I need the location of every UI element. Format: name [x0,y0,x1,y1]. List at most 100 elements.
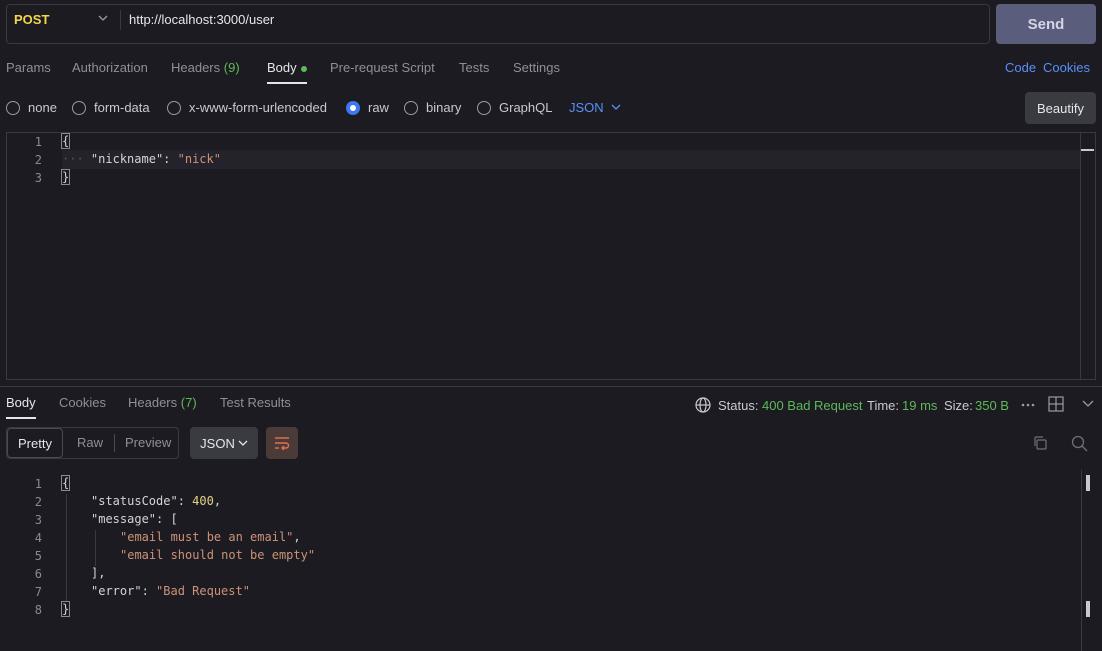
size-label: Size: [944,398,973,413]
view-divider [114,434,115,452]
body-modified-dot [300,65,307,72]
response-format-label: JSON [200,435,235,451]
response-tab-headers-label: Headers [128,395,178,410]
line-number: 2 [34,495,42,509]
line-number: 2 [34,153,42,167]
view-pretty-button[interactable]: Pretty [7,428,63,458]
code-line: "email should not be empty" [120,548,315,562]
radio-graphql[interactable] [477,101,491,115]
tab-headers-label: Headers [171,60,221,75]
response-scroll-marker[interactable] [1086,475,1090,491]
request-body-editor[interactable] [6,132,1096,380]
time-label: Time: [867,398,900,413]
view-preview-button[interactable]: Preview [125,435,171,450]
beautify-button[interactable]: Beautify [1025,92,1096,124]
chevron-down-icon[interactable] [1082,398,1094,408]
size-value[interactable]: 350 B [975,398,1009,413]
line-number: 7 [34,585,42,599]
copy-icon[interactable] [1032,435,1048,451]
array-close: ], [91,566,106,580]
response-tab-test-results[interactable]: Test Results [220,395,291,410]
json-string: "Bad Request" [156,584,250,598]
line-number: 3 [34,513,42,527]
radio-raw-label: raw [368,100,389,115]
code-link[interactable]: Code [1005,60,1036,75]
tab-params[interactable]: Params [6,60,51,75]
radio-urlencoded[interactable] [167,101,181,115]
wrap-lines-button[interactable] [266,427,298,459]
body-format-select[interactable]: JSON [569,100,604,115]
open-brace: { [60,133,71,149]
status-value[interactable]: 400 Bad Request [762,398,862,413]
status-label: Status: [718,398,759,413]
chevron-down-icon[interactable] [98,13,108,23]
radio-raw[interactable] [346,101,360,115]
tab-body[interactable]: Body [267,60,307,75]
response-tab-cookies[interactable]: Cookies [59,395,106,410]
more-icon[interactable] [1021,401,1035,409]
tab-body-label: Body [267,60,297,75]
wrap-lines-icon [275,437,290,450]
radio-none-label: none [28,100,57,115]
radio-binary[interactable] [404,101,418,115]
json-key: "error" [91,584,142,598]
tab-active-indicator [267,82,307,84]
editor-scrollbar[interactable] [1080,133,1081,379]
response-headers-count: (7) [180,395,197,410]
layout-toggle-icon[interactable] [1048,396,1064,412]
response-tab-headers[interactable]: Headers (7) [128,395,197,410]
json-string: "email must be an email" [120,530,294,544]
json-colon: : [163,152,178,166]
json-number: 400 [192,494,214,508]
radio-none[interactable] [6,101,20,115]
tab-tests[interactable]: Tests [459,60,489,75]
line-number: 4 [34,531,42,545]
headers-count: (9) [223,60,240,75]
search-icon[interactable] [1071,435,1088,452]
code-line: ··· "nickname": "nick" [62,152,221,166]
line-number: 6 [34,567,42,581]
chevron-down-icon[interactable] [611,102,621,112]
close-brace: } [60,601,71,617]
pane-divider[interactable] [0,386,1102,387]
code-line: "error": "Bad Request" [91,584,250,598]
line-number: 1 [34,135,42,149]
tab-settings[interactable]: Settings [513,60,560,75]
globe-icon[interactable] [694,396,712,414]
url-input[interactable]: http://localhost:3000/user [129,12,274,27]
indent-guide [95,530,96,566]
tab-prerequest-script[interactable]: Pre-request Script [330,60,435,75]
radio-graphql-label: GraphQL [499,100,553,115]
method-select[interactable]: POST [14,12,49,27]
line-number: 3 [34,171,42,185]
code-line: "statusCode": 400, [91,494,222,508]
chevron-down-icon [238,440,248,446]
response-tab-body[interactable]: Body [6,395,36,410]
response-scrollbar[interactable] [1081,470,1082,651]
json-string: "email should not be empty" [120,548,316,562]
line-number: 1 [34,477,42,491]
code-line: } [60,601,71,617]
radio-form-data[interactable] [72,101,86,115]
send-button[interactable]: Send [996,4,1096,44]
editor-scroll-thumb[interactable] [1081,149,1094,151]
radio-binary-label: binary [426,100,462,115]
view-raw-button[interactable]: Raw [77,435,103,450]
json-key: "nickname" [90,152,164,166]
code-line: } [60,169,71,185]
indent-guide [66,494,67,602]
tab-authorization[interactable]: Authorization [72,60,148,75]
code-line: { [60,475,71,491]
response-scroll-marker[interactable] [1086,601,1090,617]
tab-headers[interactable]: Headers (9) [171,60,240,75]
cookies-link[interactable]: Cookies [1043,60,1090,75]
line-number: 5 [34,549,42,563]
code-line: { [60,133,71,149]
json-string: "nick" [177,152,221,166]
json-key: "statusCode" [91,494,178,508]
array-open: [ [170,512,178,526]
code-line: "email must be an email", [120,530,301,544]
url-divider [120,10,121,30]
response-format-select[interactable]: JSON [190,427,258,459]
time-value[interactable]: 19 ms [902,398,937,413]
